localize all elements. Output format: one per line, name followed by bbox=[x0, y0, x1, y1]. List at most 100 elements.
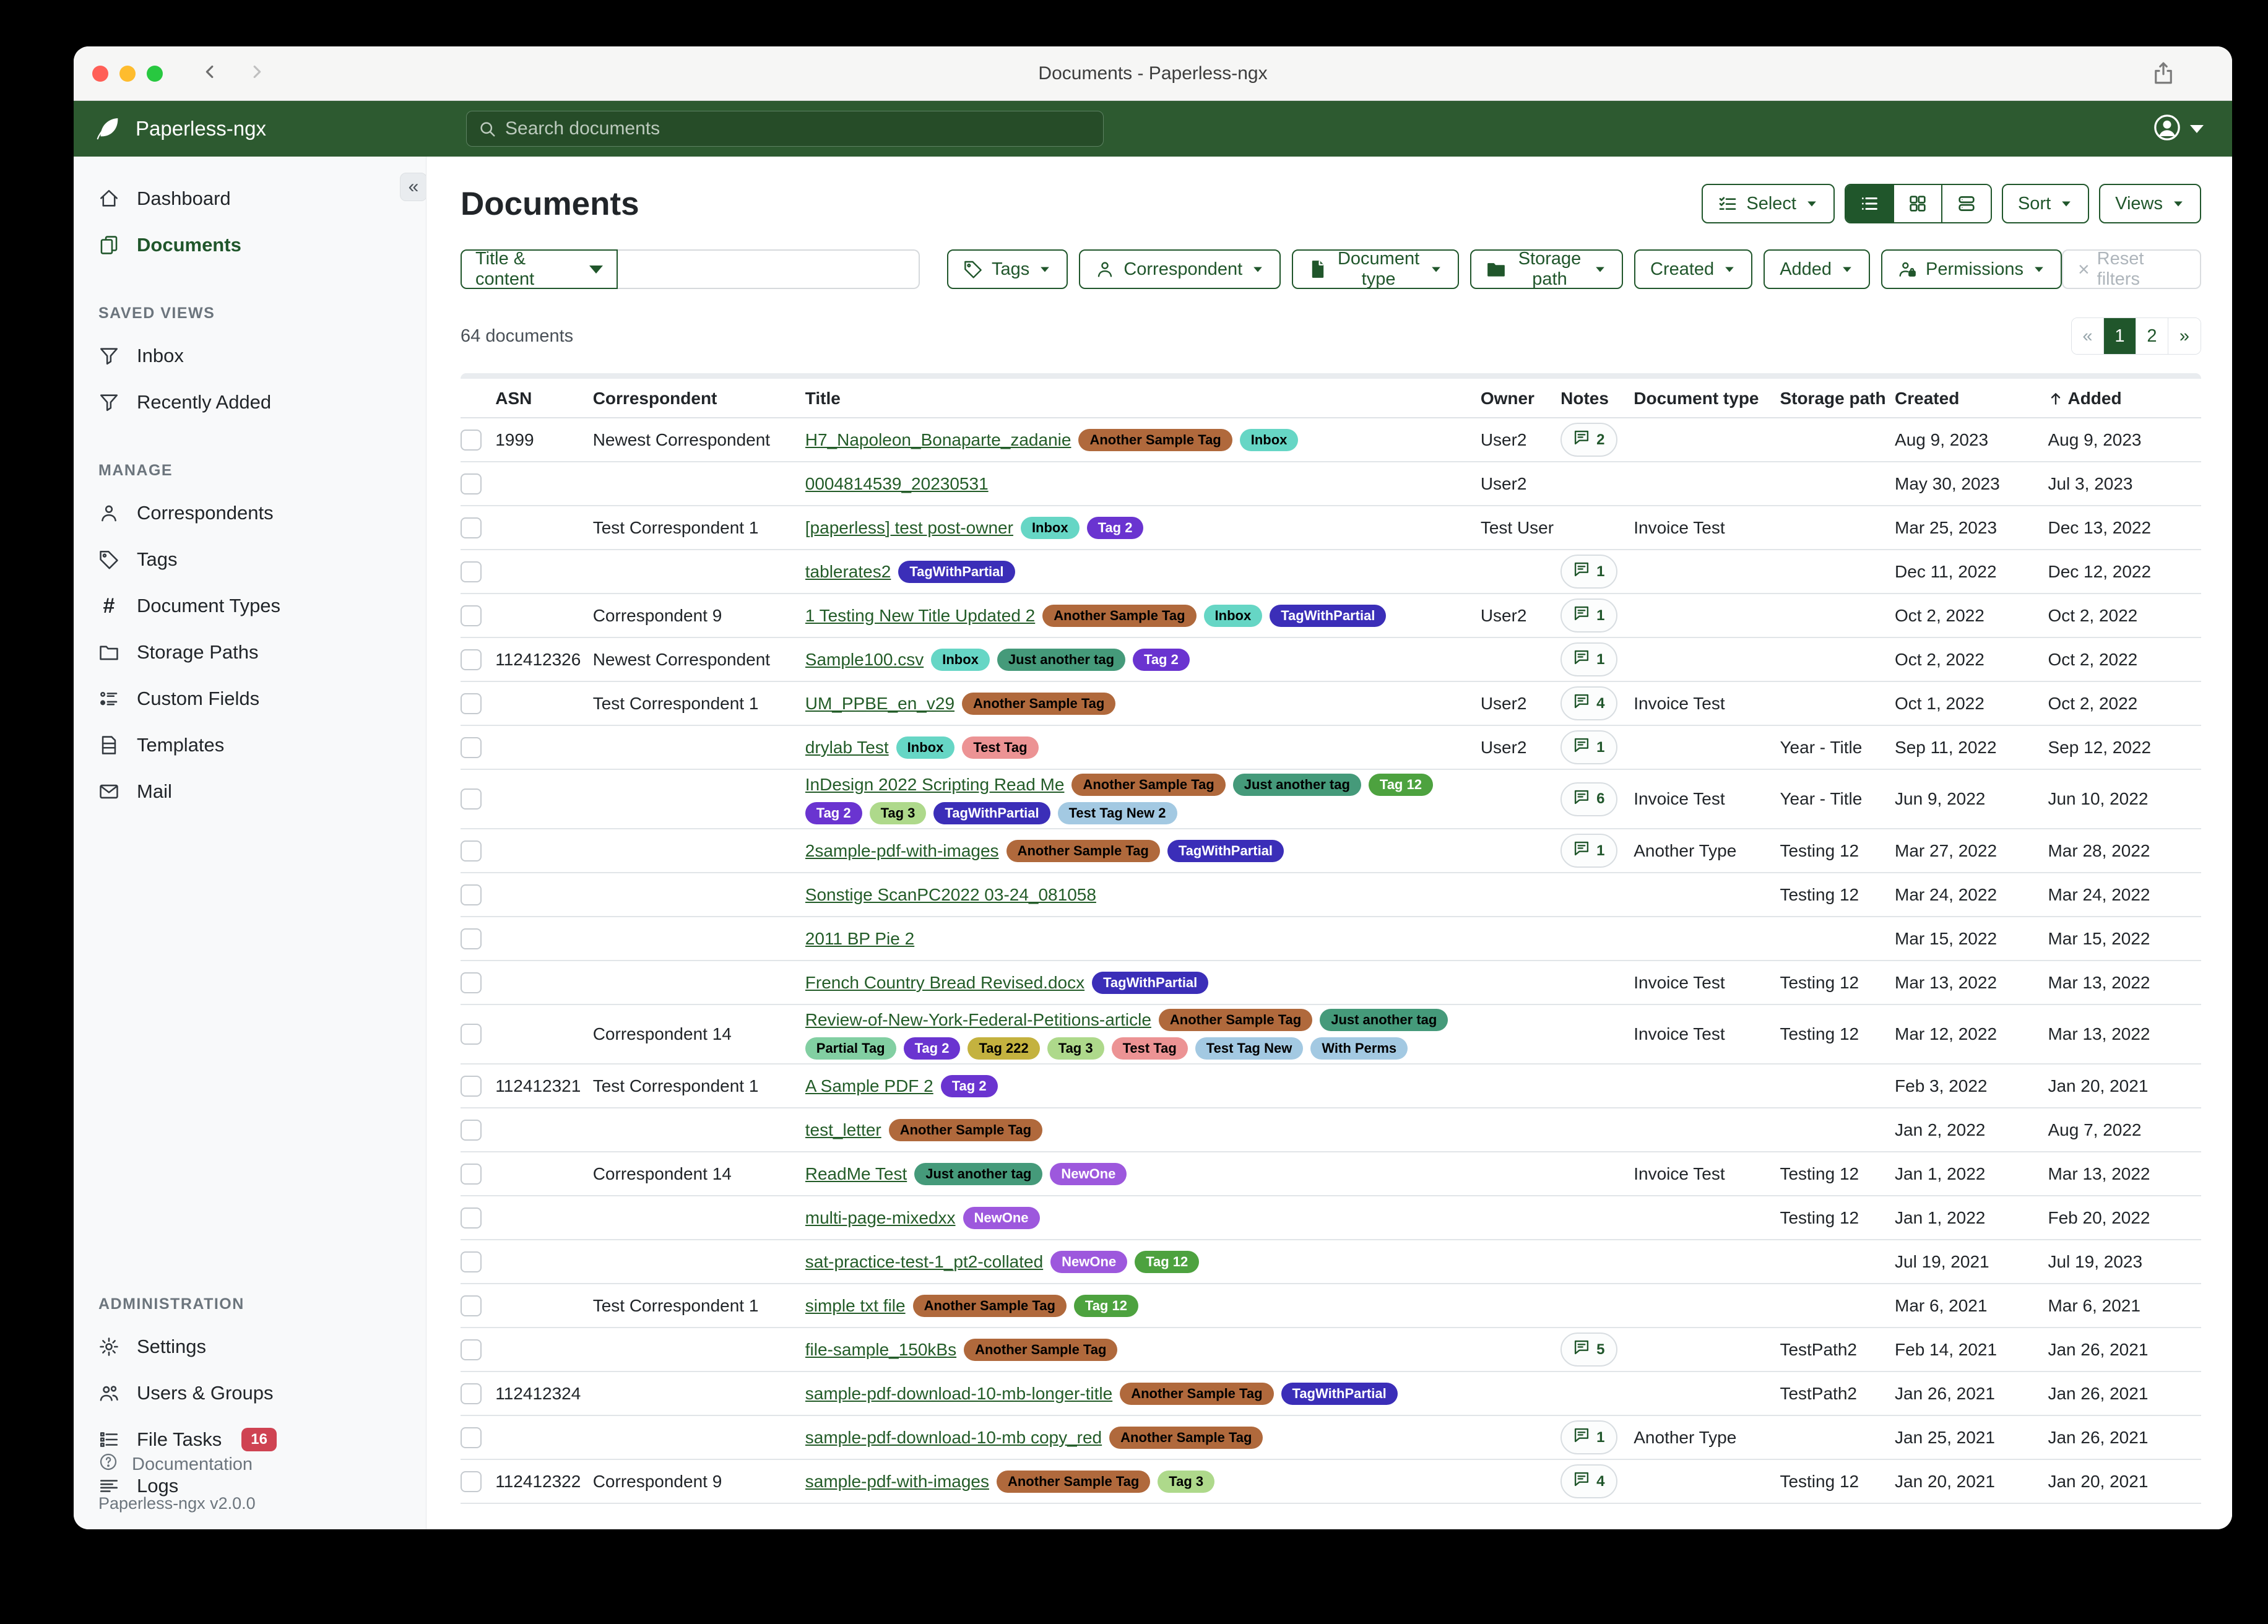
tag-pill[interactable]: NewOne bbox=[1050, 1163, 1127, 1185]
document-title-link[interactable]: 1 Testing New Title Updated 2 bbox=[805, 606, 1035, 626]
row-checkbox[interactable] bbox=[461, 1339, 482, 1360]
sidebar-item-mail[interactable]: Mail bbox=[74, 768, 426, 814]
sidebar-item-custom-fields[interactable]: Custom Fields bbox=[74, 675, 426, 722]
document-title-link[interactable]: test_letter bbox=[805, 1120, 881, 1140]
select-button[interactable]: Select bbox=[1702, 184, 1835, 223]
view-grid-toggle[interactable] bbox=[1894, 185, 1942, 222]
row-checkbox[interactable] bbox=[461, 1024, 482, 1045]
filter-button-document-type[interactable]: Document type bbox=[1292, 249, 1459, 289]
tag-pill[interactable]: Inbox bbox=[1240, 429, 1299, 451]
tag-pill[interactable]: TagWithPartial bbox=[1281, 1383, 1398, 1405]
row-checkbox[interactable] bbox=[461, 1251, 482, 1272]
column-header-owner[interactable]: Owner bbox=[1481, 389, 1560, 408]
row-checkbox[interactable] bbox=[461, 788, 482, 810]
sidebar-item-templates[interactable]: Templates bbox=[74, 722, 426, 768]
sort-button[interactable]: Sort bbox=[2002, 184, 2089, 223]
tag-pill[interactable]: Test Tag New bbox=[1195, 1037, 1304, 1060]
row-checkbox[interactable] bbox=[461, 928, 482, 949]
title-content-filter-button[interactable]: Title & content bbox=[461, 249, 618, 289]
sidebar-item-inbox[interactable]: Inbox bbox=[74, 332, 426, 379]
tag-pill[interactable]: Another Sample Tag bbox=[1078, 429, 1232, 451]
view-cards-toggle[interactable] bbox=[1942, 185, 1991, 222]
tag-pill[interactable]: With Perms bbox=[1310, 1037, 1408, 1060]
pagination-page-«[interactable]: « bbox=[2072, 318, 2104, 354]
tag-pill[interactable]: Tag 3 bbox=[870, 802, 927, 824]
notes-badge[interactable]: 5 bbox=[1560, 1332, 1617, 1367]
document-title-link[interactable]: sample-pdf-download-10-mb copy_red bbox=[805, 1428, 1102, 1448]
sidebar-item-documentation[interactable]: Documentation bbox=[74, 1443, 426, 1486]
tag-pill[interactable]: Tag 222 bbox=[967, 1037, 1039, 1060]
tag-pill[interactable]: TagWithPartial bbox=[898, 561, 1015, 583]
row-checkbox[interactable] bbox=[461, 1076, 482, 1097]
tag-pill[interactable]: Tag 3 bbox=[1158, 1471, 1214, 1493]
column-header-asn[interactable]: ASN bbox=[495, 389, 592, 408]
document-title-link[interactable]: sample-pdf-download-10-mb-longer-title bbox=[805, 1384, 1112, 1404]
tag-pill[interactable]: Just another tag bbox=[997, 649, 1125, 671]
tag-pill[interactable]: TagWithPartial bbox=[933, 802, 1050, 824]
tag-pill[interactable]: Partial Tag bbox=[805, 1037, 896, 1060]
tag-pill[interactable]: Another Sample Tag bbox=[962, 693, 1115, 715]
notes-badge[interactable]: 1 bbox=[1560, 730, 1617, 764]
pagination-page-1[interactable]: 1 bbox=[2104, 318, 2136, 354]
brand[interactable]: Paperless-ngx bbox=[93, 113, 266, 145]
row-checkbox[interactable] bbox=[461, 1471, 482, 1492]
tag-pill[interactable]: Tag 2 bbox=[1087, 517, 1144, 539]
row-checkbox[interactable] bbox=[461, 561, 482, 582]
search-input[interactable] bbox=[505, 118, 1092, 139]
tag-pill[interactable]: Inbox bbox=[896, 736, 955, 759]
tag-pill[interactable]: Test Tag bbox=[1112, 1037, 1188, 1060]
sidebar-item-correspondents[interactable]: Correspondents bbox=[74, 490, 426, 536]
document-title-link[interactable]: [paperless] test post-owner bbox=[805, 518, 1013, 538]
tag-pill[interactable]: NewOne bbox=[1050, 1251, 1127, 1273]
document-title-link[interactable]: InDesign 2022 Scripting Read Me bbox=[805, 775, 1065, 795]
row-checkbox[interactable] bbox=[461, 430, 482, 451]
sidebar-item-recently-added[interactable]: Recently Added bbox=[74, 379, 426, 425]
tag-pill[interactable]: Just another tag bbox=[914, 1163, 1042, 1185]
notes-badge[interactable]: 1 bbox=[1560, 834, 1617, 868]
notes-badge[interactable]: 2 bbox=[1560, 423, 1617, 457]
tag-pill[interactable]: Tag 2 bbox=[1133, 649, 1190, 671]
tag-pill[interactable]: TagWithPartial bbox=[1092, 972, 1208, 994]
row-checkbox[interactable] bbox=[461, 884, 482, 905]
tag-pill[interactable]: Tag 3 bbox=[1047, 1037, 1104, 1060]
row-checkbox[interactable] bbox=[461, 517, 482, 538]
sidebar-item-dashboard[interactable]: Dashboard bbox=[74, 175, 426, 222]
filter-button-tags[interactable]: Tags bbox=[947, 249, 1068, 289]
filter-button-storage-path[interactable]: Storage path bbox=[1470, 249, 1623, 289]
tag-pill[interactable]: Just another tag bbox=[1320, 1009, 1448, 1031]
tag-pill[interactable]: Inbox bbox=[931, 649, 990, 671]
row-checkbox[interactable] bbox=[461, 1295, 482, 1316]
document-title-link[interactable]: drylab Test bbox=[805, 738, 889, 758]
views-button[interactable]: Views bbox=[2099, 184, 2201, 223]
document-title-link[interactable]: 2sample-pdf-with-images bbox=[805, 841, 999, 861]
tag-pill[interactable]: Another Sample Tag bbox=[964, 1339, 1117, 1361]
filter-button-created[interactable]: Created bbox=[1634, 249, 1752, 289]
document-title-link[interactable]: simple txt file bbox=[805, 1296, 906, 1316]
sidebar-item-documents[interactable]: Documents bbox=[74, 222, 426, 268]
tag-pill[interactable]: Another Sample Tag bbox=[1109, 1427, 1263, 1449]
row-checkbox[interactable] bbox=[461, 605, 482, 626]
sidebar-item-storage-paths[interactable]: Storage Paths bbox=[74, 629, 426, 675]
row-checkbox[interactable] bbox=[461, 1207, 482, 1229]
document-title-link[interactable]: UM_PPBE_en_v29 bbox=[805, 694, 954, 714]
tag-pill[interactable]: Tag 12 bbox=[1074, 1295, 1138, 1317]
tag-pill[interactable]: Tag 12 bbox=[1369, 774, 1433, 796]
title-content-filter-input[interactable] bbox=[618, 249, 920, 289]
row-checkbox[interactable] bbox=[461, 972, 482, 993]
tag-pill[interactable]: Inbox bbox=[1021, 517, 1080, 539]
row-checkbox[interactable] bbox=[461, 473, 482, 495]
notes-badge[interactable]: 1 bbox=[1560, 555, 1617, 589]
tag-pill[interactable]: Another Sample Tag bbox=[1042, 605, 1196, 627]
document-title-link[interactable]: tablerates2 bbox=[805, 562, 891, 582]
tag-pill[interactable]: Tag 2 bbox=[805, 802, 862, 824]
tag-pill[interactable]: Another Sample Tag bbox=[1159, 1009, 1312, 1031]
view-list-toggle[interactable] bbox=[1846, 185, 1894, 222]
row-checkbox[interactable] bbox=[461, 737, 482, 758]
row-checkbox[interactable] bbox=[461, 1164, 482, 1185]
column-header-created[interactable]: Created bbox=[1895, 389, 2048, 408]
document-title-link[interactable]: A Sample PDF 2 bbox=[805, 1076, 933, 1096]
column-header-notes[interactable]: Notes bbox=[1560, 389, 1634, 408]
tag-pill[interactable]: Test Tag New 2 bbox=[1058, 802, 1177, 824]
document-title-link[interactable]: French Country Bread Revised.docx bbox=[805, 973, 1084, 993]
document-title-link[interactable]: 2011 BP Pie 2 bbox=[805, 929, 914, 949]
